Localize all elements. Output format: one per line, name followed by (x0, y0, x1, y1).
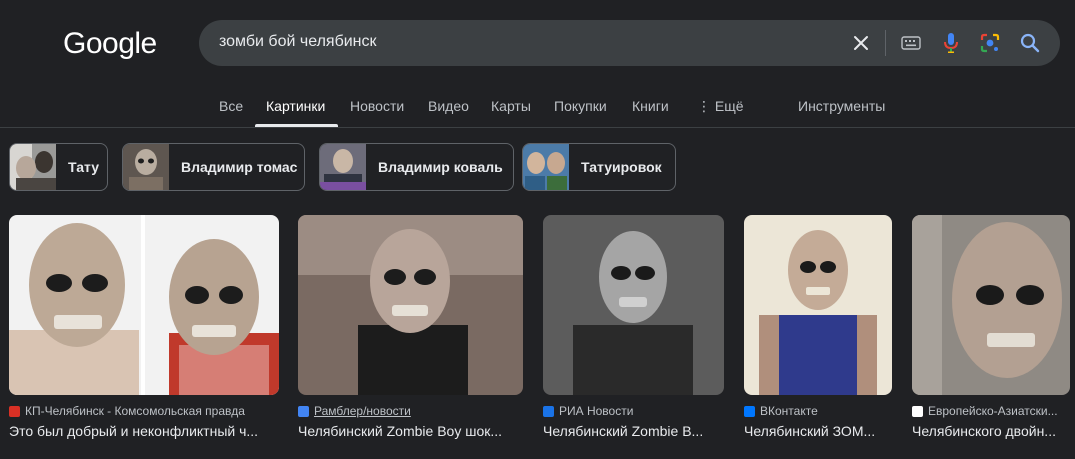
result-title[interactable]: Челябинский Zombie Boy шок... (298, 423, 520, 439)
keyboard-icon[interactable] (899, 31, 923, 55)
result-source[interactable]: КП-Челябинск - Комсомольская правда (9, 404, 245, 418)
header-divider (0, 127, 1075, 128)
tab-maps[interactable]: Карты (491, 98, 531, 114)
ria-favicon-icon (543, 405, 554, 417)
tab-videos[interactable]: Видео (428, 98, 469, 114)
result-source[interactable]: РИА Новости (543, 404, 633, 418)
chip-thumbnail (320, 144, 366, 190)
search-input[interactable]: зомби бой челябинск (219, 33, 377, 51)
chip-label: Владимир томас (181, 159, 298, 175)
result-image[interactable] (298, 215, 523, 395)
google-logo[interactable]: Google (63, 27, 157, 61)
result-title[interactable]: Челябинского двойн... (912, 423, 1067, 439)
kp-favicon-icon (9, 405, 20, 417)
chip-thumbnail (523, 144, 569, 190)
chip-thumbnail (10, 144, 56, 190)
tab-books[interactable]: Книги (632, 98, 669, 114)
tab-shopping[interactable]: Покупки (554, 98, 607, 114)
result-title[interactable]: Это был добрый и неконфликтный ч... (9, 423, 274, 439)
result-image[interactable] (744, 215, 892, 395)
chip-vladimir-tomas[interactable]: Владимир томас (122, 143, 305, 191)
result-image[interactable] (9, 215, 279, 395)
tab-all[interactable]: Все (219, 98, 243, 114)
search-tabs: Все Картинки Новости Видео Карты Покупки… (0, 98, 1075, 128)
chip-vladimir-koval[interactable]: Владимир коваль (319, 143, 514, 191)
clear-icon[interactable] (849, 31, 873, 55)
result-title[interactable]: Челябинский Zombie B... (543, 423, 723, 439)
search-icon[interactable] (1018, 31, 1042, 55)
chip-thumbnail (123, 144, 169, 190)
lens-icon[interactable] (978, 31, 1002, 55)
result-source[interactable]: Рамблер/новости (298, 404, 411, 418)
chip-tatuirovok[interactable]: Татуировок (522, 143, 676, 191)
tab-images[interactable]: Картинки (266, 98, 325, 114)
eaaj-favicon-icon (912, 405, 923, 417)
tab-news[interactable]: Новости (350, 98, 404, 114)
result-image[interactable] (912, 215, 1070, 395)
chip-tatu[interactable]: Тату (9, 143, 108, 191)
result-source[interactable]: ВКонтакте (744, 404, 818, 418)
chip-label: Владимир коваль (378, 159, 503, 175)
search-box[interactable]: зомби бой челябинск (199, 20, 1060, 66)
microphone-icon[interactable] (939, 31, 963, 55)
chip-label: Тату (68, 159, 99, 175)
chip-label: Татуировок (581, 159, 662, 175)
result-title[interactable]: Челябинский ЗОМ... (744, 423, 889, 439)
result-image[interactable] (543, 215, 724, 395)
rambler-favicon-icon (298, 405, 309, 417)
tools-button[interactable]: Инструменты (798, 98, 885, 114)
vk-favicon-icon (744, 405, 755, 417)
tab-more[interactable]: ⋮ Ещё (697, 98, 744, 115)
search-divider (885, 30, 886, 56)
result-source[interactable]: Европейско-Азиатски... (912, 404, 1058, 418)
